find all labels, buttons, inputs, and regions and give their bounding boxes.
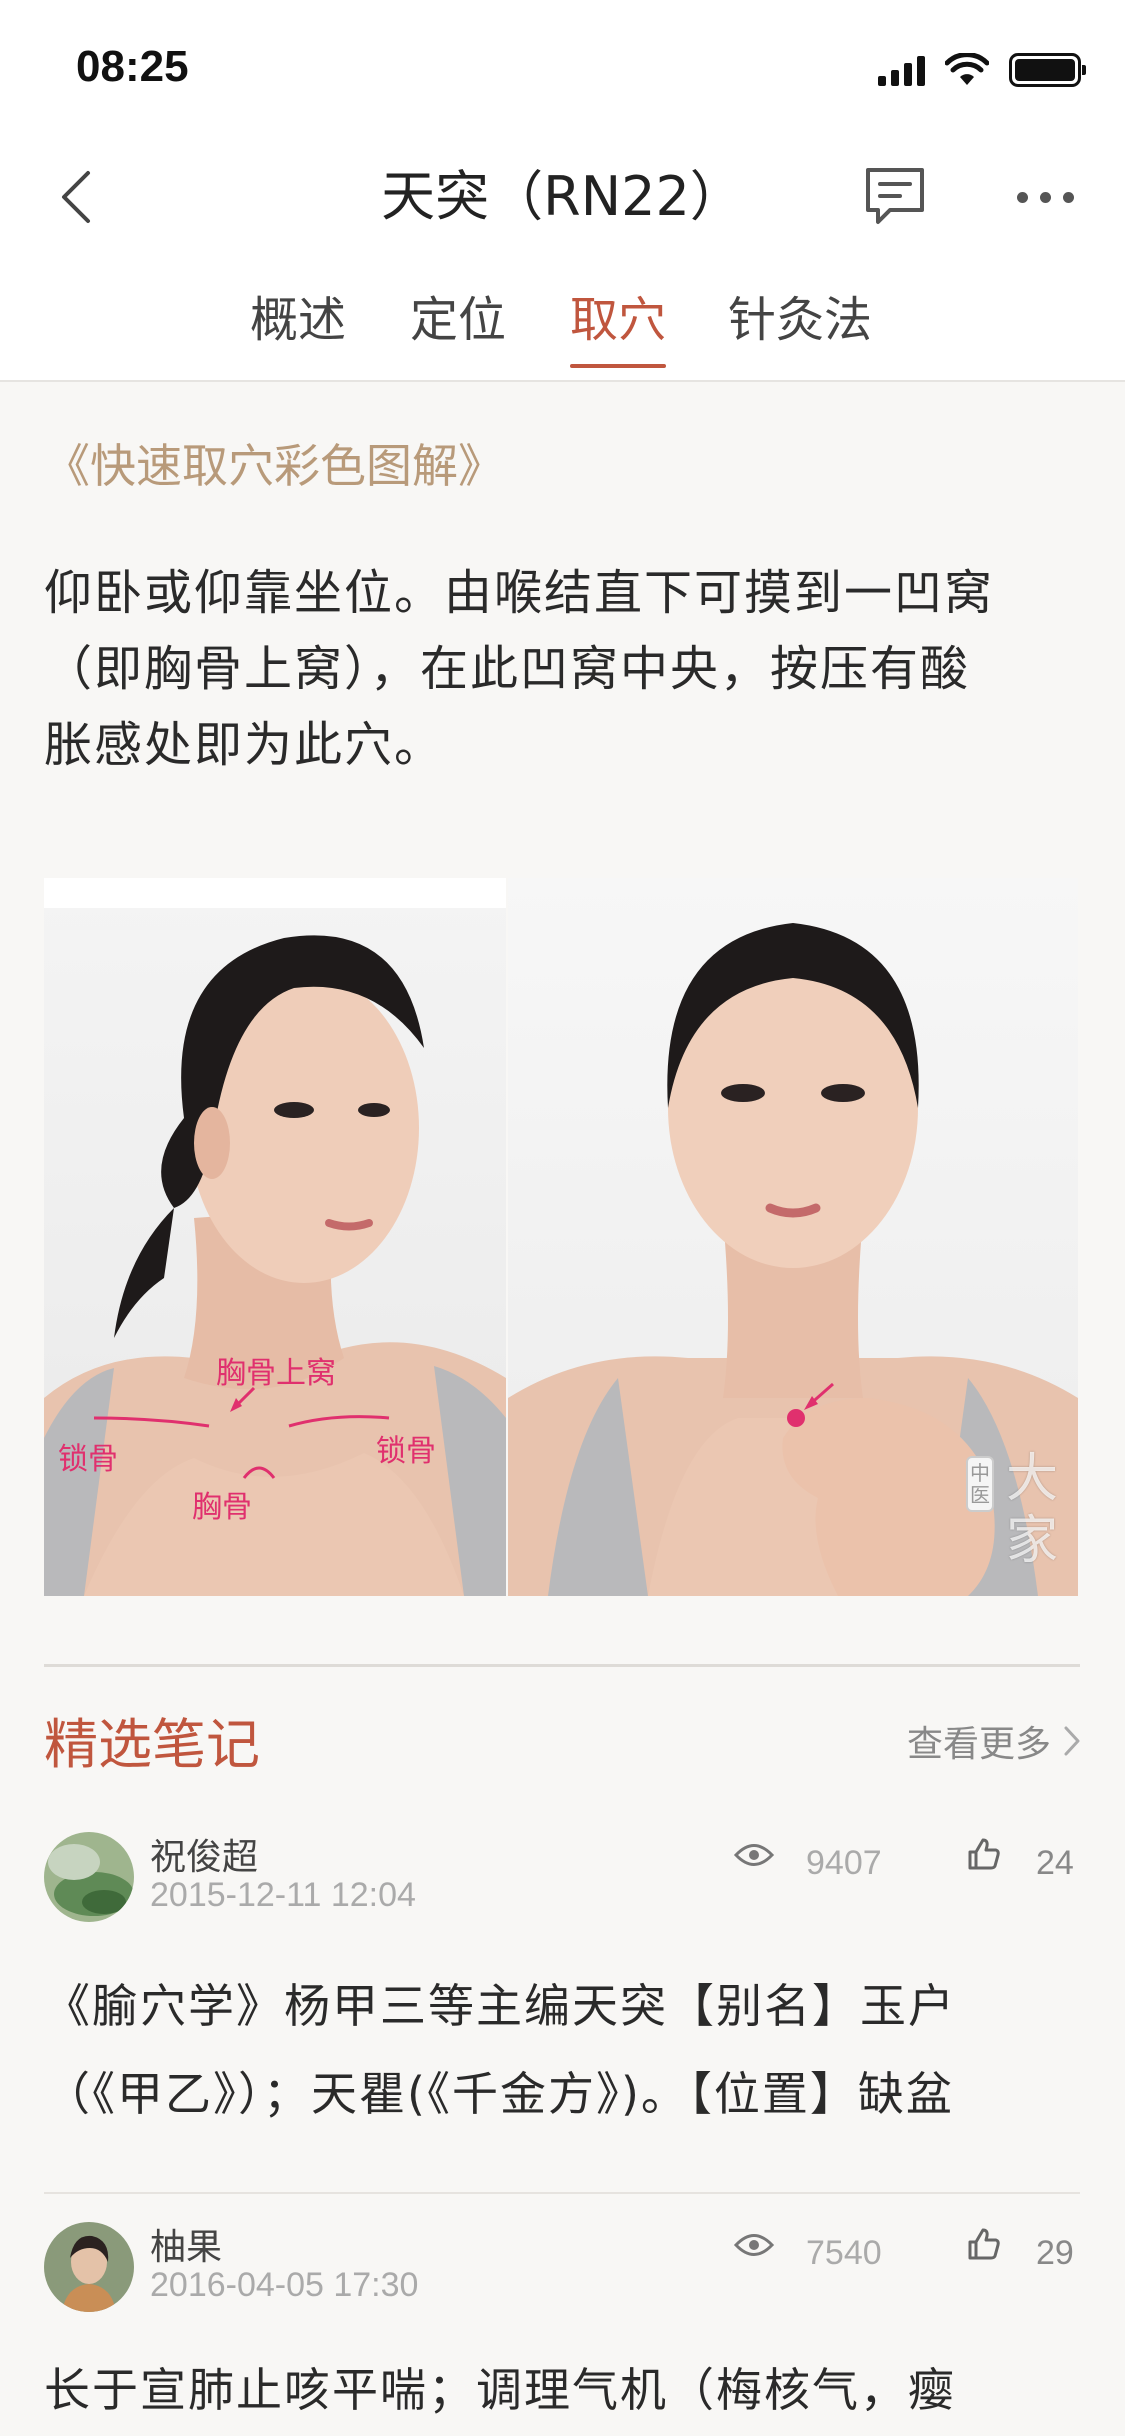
front-view-photo: 中医 大家 [508, 878, 1078, 1596]
side-view-figure [44, 878, 506, 1596]
chevron-right-icon [1064, 1726, 1080, 1756]
note-views: 9407 [806, 1844, 882, 1882]
description-line: 胀感处即为此穴。 [44, 717, 445, 773]
section-divider [44, 1664, 1080, 1667]
note-author[interactable]: 柚果 [150, 2218, 222, 2270]
see-more-link[interactable]: 查看更多 [907, 1715, 1081, 1767]
label-clavicle-left: 锁骨 [58, 1442, 118, 1477]
battery-icon [1009, 53, 1086, 87]
acupoint-description: 仰卧或仰靠坐位。由喉结直下可摸到一凹窝 （即胸骨上窝），在此凹窝中央，按压有酸 … [44, 555, 1084, 783]
note-date: 2016-04-05 17:30 [150, 2266, 419, 2304]
label-sternum: 胸骨 [192, 1490, 252, 1525]
watermark-small: 中医 [966, 1456, 994, 1512]
note-text-line: （《甲乙》）；天瞿(《千金方》)。【位置】缺盆 [44, 2067, 954, 2121]
note-text: 长于宣肺止咳平喘；调理气机（梅核气，瘿 [44, 2346, 1080, 2434]
tab-acupuncture-method[interactable]: 针灸法 [728, 280, 872, 360]
navigation-bar: 天突（RN22） [0, 132, 1125, 262]
avatar-image [44, 2222, 134, 2312]
watermark-big: 大家 [1006, 1449, 1059, 1571]
avatar[interactable] [44, 1832, 134, 1922]
side-view-photo: 胸骨上窝 锁骨 锁骨 胸骨 [44, 878, 506, 1596]
wifi-icon [945, 53, 989, 85]
note-item[interactable]: 祝俊超 2015-12-11 12:04 9407 24 《腧穴学》杨甲三等主编… [44, 1832, 1080, 2194]
chevron-left-icon [62, 171, 90, 223]
comment-button[interactable] [860, 164, 930, 230]
avatar-image [44, 1832, 134, 1922]
more-button[interactable] [1005, 162, 1085, 232]
featured-notes-title: 精选笔记 [44, 1713, 260, 1776]
note-likes: 24 [1036, 1844, 1074, 1882]
status-icons [878, 50, 1086, 90]
tab-bar: 概述 定位 取穴 针灸法 [0, 262, 1125, 382]
note-text-line: 《腧穴学》杨甲三等主编天突【别名】玉户 [44, 1979, 956, 2033]
note-item[interactable]: 柚果 2016-04-05 17:30 7540 29 长于宣肺止咳平喘；调理气… [44, 2222, 1080, 2436]
description-line: （即胸骨上窝），在此凹窝中央，按压有酸 [44, 641, 971, 697]
tab-acupoint-selection[interactable]: 取穴 [570, 280, 667, 368]
label-suprasternal-fossa: 胸骨上窝 [216, 1356, 336, 1391]
thumbs-up-icon[interactable] [966, 2226, 1002, 2262]
eye-icon [734, 2234, 774, 2256]
note-views: 7540 [806, 2234, 882, 2272]
note-separator [44, 2192, 1080, 2194]
status-bar: 08:25 [0, 0, 1125, 132]
note-text: 《腧穴学》杨甲三等主编天突【别名】玉户 （《甲乙》）；天瞿(《千金方》)。【位置… [44, 1962, 1080, 2138]
description-line: 仰卧或仰靠坐位。由喉结直下可摸到一凹窝 [44, 565, 995, 621]
tab-overview[interactable]: 概述 [250, 280, 346, 360]
thumbs-up-icon[interactable] [966, 1836, 1002, 1872]
tab-location[interactable]: 定位 [410, 280, 506, 360]
note-author[interactable]: 祝俊超 [150, 1828, 258, 1880]
page-title: 天突（RN22） [381, 165, 744, 228]
eye-icon [734, 1844, 774, 1866]
note-likes: 29 [1036, 2234, 1074, 2272]
see-more-label: 查看更多 [906, 1724, 1051, 1765]
back-button[interactable] [40, 162, 110, 232]
avatar[interactable] [44, 2222, 134, 2312]
acupoint-illustration: 胸骨上窝 锁骨 锁骨 胸骨 中医 大家 [44, 878, 1078, 1596]
note-text-line: 长于宣肺止咳平喘；调理气机（梅核气，瘿 [44, 2363, 956, 2417]
status-time: 08:25 [76, 42, 189, 91]
cellular-signal-icon [878, 54, 925, 86]
comment-icon [866, 168, 924, 224]
label-clavicle-right: 锁骨 [376, 1434, 436, 1469]
note-date: 2015-12-11 12:04 [150, 1876, 416, 1914]
source-title: 《快速取穴彩色图解》 [44, 439, 504, 493]
more-horizontal-icon [1016, 191, 1028, 203]
